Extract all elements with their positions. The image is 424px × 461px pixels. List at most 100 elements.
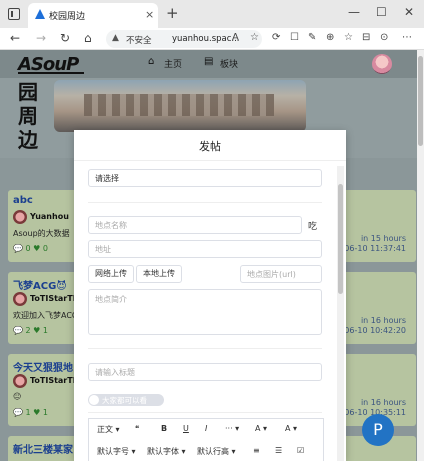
page-scrollbar[interactable] [417, 50, 424, 461]
numbered-list-icon[interactable]: ☰ [275, 446, 282, 455]
post-excerpt: 😐 [13, 392, 22, 401]
minimize-icon[interactable]: — [348, 5, 360, 19]
visibility-toggle-label: 大家都可以看 [102, 396, 147, 405]
refresh-extension-icon[interactable]: ⟳ [272, 32, 280, 43]
favorite-star-icon[interactable]: ☆ [250, 32, 259, 43]
banner-title: 园周边 [18, 80, 38, 152]
font-color-dropdown[interactable]: A ▾ [255, 424, 267, 433]
security-label: 不安全 [126, 36, 152, 46]
post-title-input[interactable]: 请输入标题 [88, 363, 322, 381]
author-avatar [13, 292, 27, 306]
post-title-placeholder: 请输入标题 [95, 368, 135, 377]
post-title[interactable]: 今天又狠狠地 [13, 359, 73, 374]
post-time: in 15 hours 06-10 11:37:41 [344, 234, 406, 254]
web-upload-button[interactable]: 网络上传 [88, 265, 134, 283]
place-image-url-placeholder: 地点图片(url) [247, 270, 296, 279]
line-height-dropdown[interactable]: 默认行高 ▾ [197, 446, 236, 457]
browser-tab-bar: 校园周边 × + — ☐ ✕ [0, 0, 424, 28]
post-time-relative: in 15 hours [360, 234, 406, 243]
post-time-relative: in 16 hours [360, 316, 406, 325]
font-size-dropdown[interactable]: 默认字号 ▾ [97, 446, 136, 457]
post-excerpt: Asoup的大数据 [13, 229, 70, 238]
collections-icon[interactable]: ⊟ [362, 32, 370, 43]
reload-icon[interactable]: ↻ [60, 31, 70, 45]
section-divider [88, 348, 322, 349]
address-placeholder: 地址 [95, 245, 111, 254]
post-title[interactable]: 飞梦ACG😈 [13, 277, 67, 292]
place-intro-textarea[interactable]: 地点简介 [88, 289, 322, 335]
paragraph-style-dropdown[interactable]: 正文 ▾ [97, 424, 120, 435]
post-stats: 💬 2 ♥ 1 [13, 326, 48, 335]
extension-icon[interactable]: ⊕ [326, 32, 334, 43]
post-time-relative: in 16 hours [360, 398, 406, 407]
site-favicon-icon [35, 9, 45, 19]
more-menu-icon[interactable]: ⋯ [402, 32, 412, 43]
post-excerpt: 欢迎加入飞梦ACG [13, 311, 79, 320]
user-avatar[interactable] [372, 54, 392, 74]
font-family-dropdown[interactable]: 默认字体 ▾ [147, 446, 186, 457]
profile-icon[interactable]: ⊙ [380, 32, 388, 43]
place-name-placeholder: 地点名称 [95, 221, 127, 230]
more-styles-dropdown[interactable]: ··· ▾ [225, 424, 239, 433]
place-image-url-input[interactable]: 地点图片(url) [240, 265, 322, 283]
dialog-header-divider [74, 160, 346, 161]
address-input[interactable]: 地址 [88, 240, 322, 258]
dialog-scrollbar-thumb[interactable] [338, 184, 343, 294]
tab-actions-icon[interactable] [8, 8, 20, 20]
toggle-knob [89, 395, 99, 405]
browser-toolbar: ← → ↻ ⌂ ▲ 不安全 yuanhou.spac... A ☆ ⟳ ☐ ✎ … [0, 28, 424, 50]
italic-icon[interactable]: I [205, 424, 207, 433]
logo-underline [18, 72, 84, 74]
post-title[interactable]: abc [13, 195, 33, 206]
tab-close-icon[interactable]: × [145, 8, 154, 21]
rich-text-editor-toolbar: 正文 ▾ ❝ B U I ··· ▾ A ▾ A ▾ 默认字号 ▾ 默认字体 ▾… [88, 418, 324, 461]
page-content: ASouP ⌂ 主页 ▤ 板块 园周边 abc Yuanhou Asoup的大数… [0, 50, 424, 461]
post-title[interactable]: 新北三楼某家 [13, 441, 73, 456]
author-avatar [13, 210, 27, 224]
eat-label[interactable]: 吃 [308, 219, 317, 232]
visibility-toggle[interactable]: 大家都可以看 [88, 394, 164, 406]
post-stats: 💬 1 ♥ 1 [13, 408, 48, 417]
board-nav-icon: ▤ [204, 56, 214, 67]
section-divider [88, 412, 322, 413]
forward-icon[interactable]: → [36, 31, 46, 45]
author-avatar [13, 374, 27, 388]
bold-icon[interactable]: B [161, 424, 167, 433]
underline-icon[interactable]: U [183, 424, 189, 433]
place-name-input[interactable]: 地点名称 [88, 216, 302, 234]
nav-home[interactable]: 主页 [164, 57, 182, 70]
site-header: ASouP ⌂ 主页 ▤ 板块 [0, 50, 424, 78]
post-stats: 💬 0 ♥ 0 [13, 244, 48, 253]
url-text: yuanhou.spac... [172, 34, 240, 44]
close-window-icon[interactable]: ✕ [404, 5, 414, 19]
quote-icon[interactable]: ❝ [135, 424, 139, 433]
local-upload-button[interactable]: 本地上传 [136, 265, 182, 283]
banner-image [54, 80, 306, 132]
chevron-down-icon: ⌄ [95, 173, 102, 182]
floating-action-button[interactable]: P [362, 414, 394, 446]
maximize-icon[interactable]: ☐ [376, 5, 387, 19]
home-icon[interactable]: ⌂ [84, 31, 92, 45]
post-time: in 16 hours 06-10 10:42:20 [344, 316, 406, 336]
page-scrollbar-thumb[interactable] [418, 56, 423, 146]
nav-boards[interactable]: 板块 [220, 57, 238, 70]
browser-tab[interactable]: 校园周边 × [28, 3, 158, 28]
read-aloud-icon[interactable]: A [232, 32, 239, 43]
favorites-icon[interactable]: ☆ [344, 32, 353, 43]
category-select[interactable]: 请选择 ⌄ [88, 169, 322, 187]
section-divider [88, 202, 322, 203]
tab-title: 校园周边 [49, 12, 86, 22]
bullet-list-icon[interactable]: ≡ [253, 446, 260, 455]
post-author[interactable]: Yuanhou [30, 212, 69, 221]
back-icon[interactable]: ← [10, 31, 20, 45]
new-post-dialog: 发帖 请选择 ⌄ 地点名称 吃 地址 网络上传 本地上传 地点图片(url) 地… [74, 130, 346, 461]
split-screen-icon[interactable]: ☐ [290, 32, 299, 43]
new-tab-icon[interactable]: + [166, 4, 179, 22]
dialog-title: 发帖 [199, 140, 221, 153]
pen-icon[interactable]: ✎ [308, 32, 316, 43]
place-intro-placeholder: 地点简介 [95, 295, 127, 304]
dialog-scrollbar[interactable] [337, 166, 344, 461]
highlight-color-dropdown[interactable]: A ▾ [285, 424, 297, 433]
warning-icon: ▲ [112, 33, 119, 43]
todo-list-icon[interactable]: ☑ [297, 446, 304, 455]
